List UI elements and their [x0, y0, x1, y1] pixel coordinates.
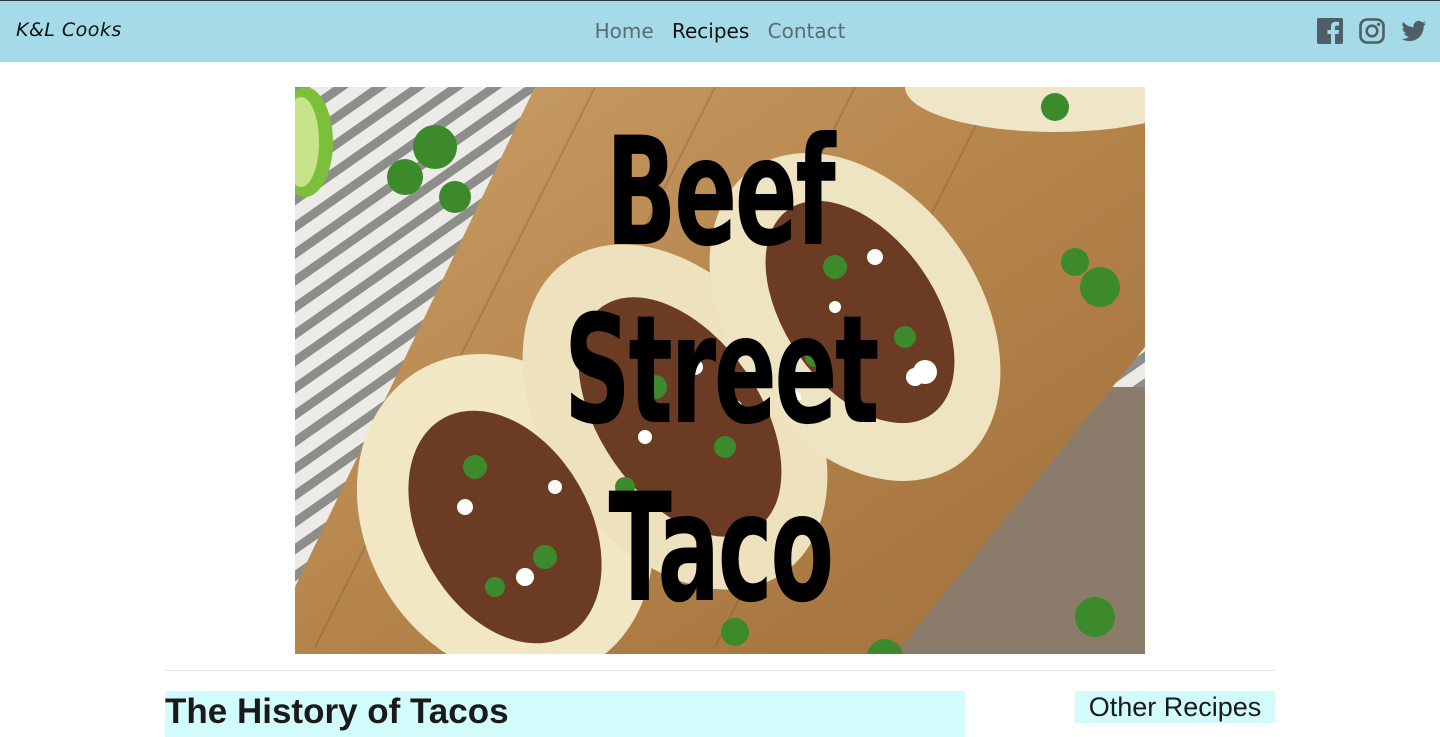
nav-link-recipes[interactable]: Recipes	[672, 19, 749, 43]
nav-links: Home Recipes Contact	[0, 19, 1440, 43]
instagram-icon[interactable]	[1358, 17, 1386, 45]
hero-title: Beef Street Taco	[295, 87, 1145, 654]
sidebar-heading: Other Recipes	[1075, 691, 1275, 723]
nav-link-home[interactable]: Home	[595, 19, 654, 43]
hero-title-line: Beef	[606, 105, 836, 280]
social-links	[1316, 17, 1428, 45]
twitter-icon[interactable]	[1400, 17, 1428, 45]
navbar: K&L Cooks Home Recipes Contact	[0, 0, 1440, 62]
facebook-icon[interactable]	[1316, 17, 1344, 45]
article-heading: The History of Tacos	[165, 691, 965, 737]
nav-link-contact[interactable]: Contact	[768, 19, 846, 43]
hero-title-line: Taco	[608, 461, 834, 636]
section-divider	[165, 670, 1275, 671]
hero-title-line: Street	[563, 283, 879, 458]
hero-image: Beef Street Taco	[295, 87, 1145, 654]
